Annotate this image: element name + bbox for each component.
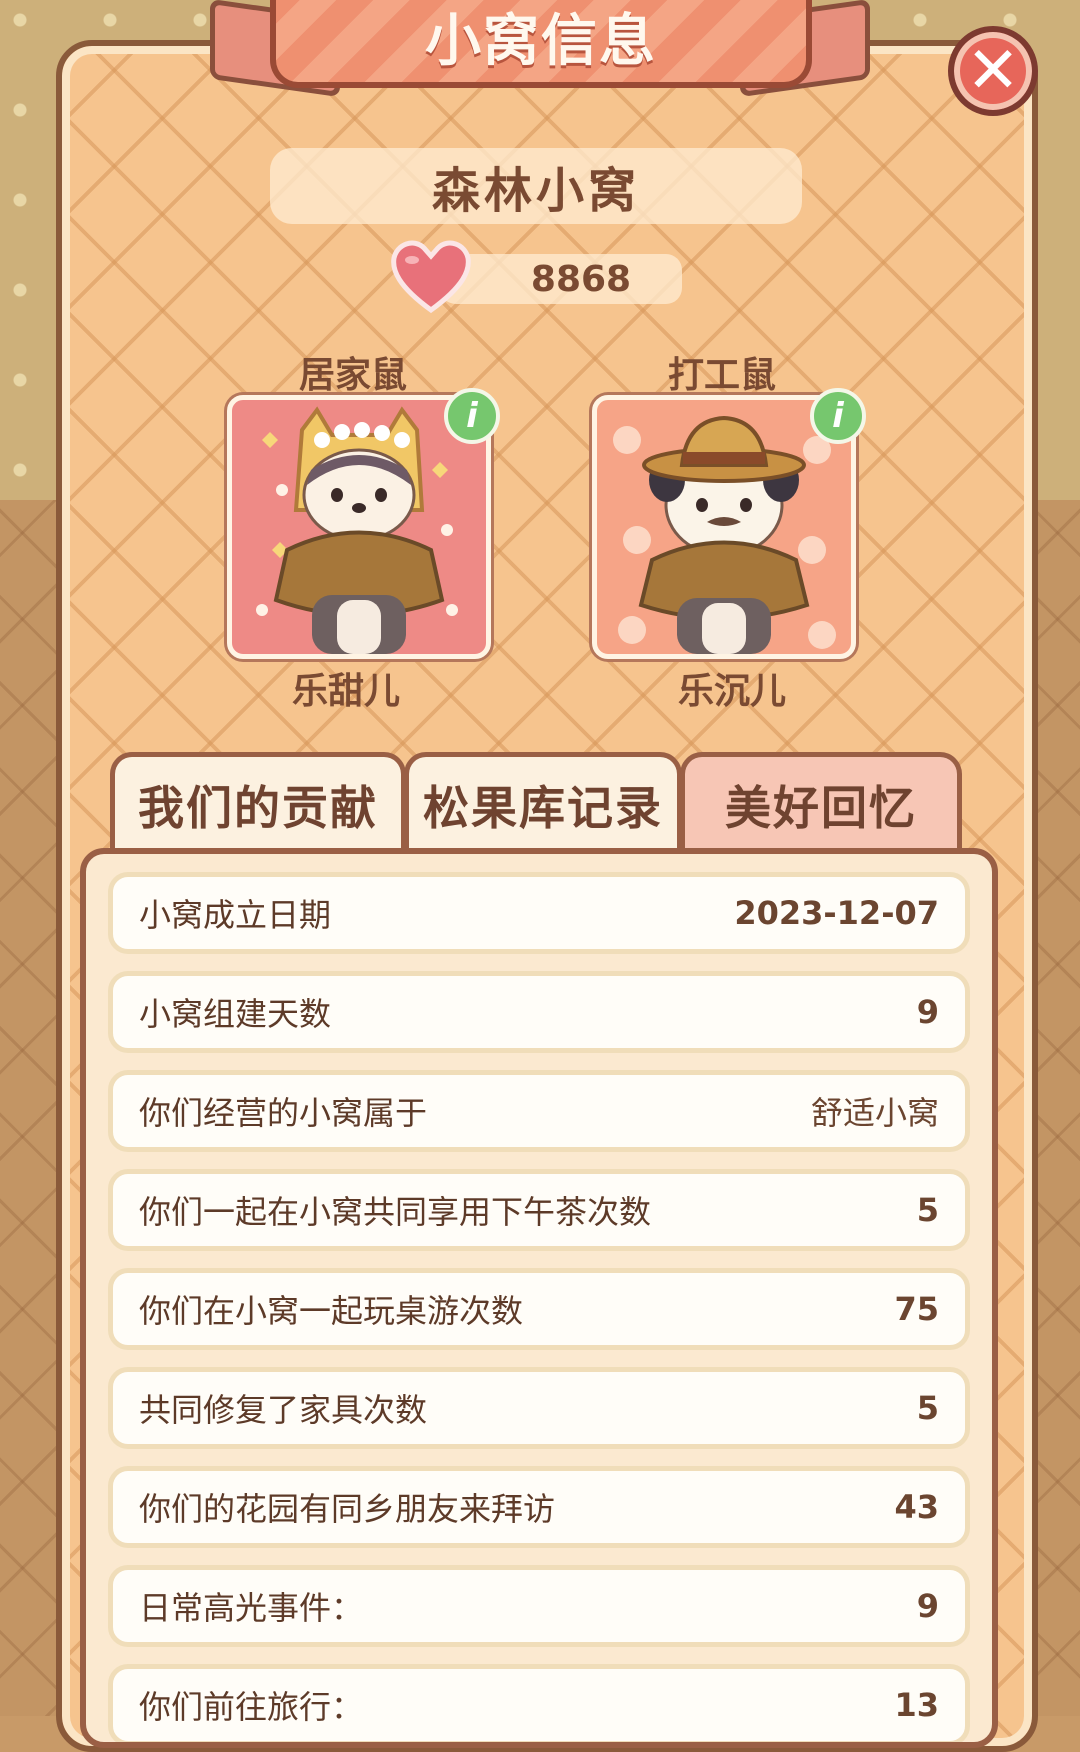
panel-title: 小窝信息 <box>425 8 657 74</box>
member-info-button-1[interactable]: i <box>444 388 500 444</box>
stat-value: 13 <box>894 1686 939 1724</box>
nest-name: 森林小窝 <box>270 148 802 224</box>
stat-value: 舒适小窝 <box>810 1094 939 1132</box>
stat-value: 5 <box>916 1389 939 1427</box>
stat-label: 你们前往旅行： <box>139 1688 364 1726</box>
stat-row-highlights: 日常高光事件： 9 <box>108 1565 970 1647</box>
member-info-button-2[interactable]: i <box>810 388 866 444</box>
tab-pinecone-records[interactable]: 松果库记录 <box>404 752 682 852</box>
mouse-with-hat-illustration <box>613 415 836 654</box>
memories-stats-list[interactable]: 小窝成立日期 2023-12-07 小窝组建天数 9 你们经营的小窝属于 舒适小… <box>80 848 998 1748</box>
stat-value: 9 <box>916 993 939 1031</box>
stat-label: 你们在小窝一起玩桌游次数 <box>139 1292 524 1330</box>
stat-row-founding-date: 小窝成立日期 2023-12-07 <box>108 872 970 954</box>
stat-row-days: 小窝组建天数 9 <box>108 971 970 1053</box>
stat-value: 2023-12-07 <box>734 894 939 932</box>
heart-count: 8868 <box>530 258 632 300</box>
stat-label: 小窝成立日期 <box>139 896 332 934</box>
member-role-2: 打工鼠 <box>667 355 776 396</box>
stat-value: 43 <box>894 1488 939 1526</box>
stat-row-afternoon-tea: 你们一起在小窝共同享用下午茶次数 5 <box>108 1169 970 1251</box>
stat-row-furniture-repair: 共同修复了家具次数 5 <box>108 1367 970 1449</box>
stat-value: 9 <box>916 1587 939 1625</box>
stat-row-garden-visitors: 你们的花园有同乡朋友来拜访 43 <box>108 1466 970 1548</box>
stat-row-board-games: 你们在小窝一起玩桌游次数 75 <box>108 1268 970 1350</box>
stat-value: 75 <box>894 1290 939 1328</box>
member-role-1: 居家鼠 <box>298 355 407 396</box>
stat-label: 你们经营的小窝属于 <box>139 1094 428 1132</box>
tab-memories[interactable]: 美好回忆 <box>680 752 962 852</box>
heart-icon <box>391 240 471 314</box>
close-icon: ✕ <box>966 34 1020 108</box>
member-name-2: 乐沉儿 <box>677 671 786 712</box>
mouse-with-flower-crown-illustration <box>256 406 458 654</box>
stat-value: 5 <box>916 1191 939 1229</box>
member-name-1: 乐甜儿 <box>291 671 400 712</box>
stat-label: 你们一起在小窝共同享用下午茶次数 <box>139 1193 652 1231</box>
stat-label: 日常高光事件： <box>139 1589 364 1627</box>
tab-contribution[interactable]: 我们的贡献 <box>110 752 406 852</box>
stat-label: 你们的花园有同乡朋友来拜访 <box>139 1490 556 1528</box>
stat-row-nest-type: 你们经营的小窝属于 舒适小窝 <box>108 1070 970 1152</box>
stat-label: 共同修复了家具次数 <box>139 1391 428 1429</box>
stat-row-travel: 你们前往旅行： 13 <box>108 1664 970 1742</box>
title-ribbon: 小窝信息 <box>270 0 812 88</box>
close-button[interactable]: ✕ <box>948 26 1038 116</box>
stat-label: 小窝组建天数 <box>139 995 332 1033</box>
heart-count-box: 8868 <box>440 254 682 304</box>
